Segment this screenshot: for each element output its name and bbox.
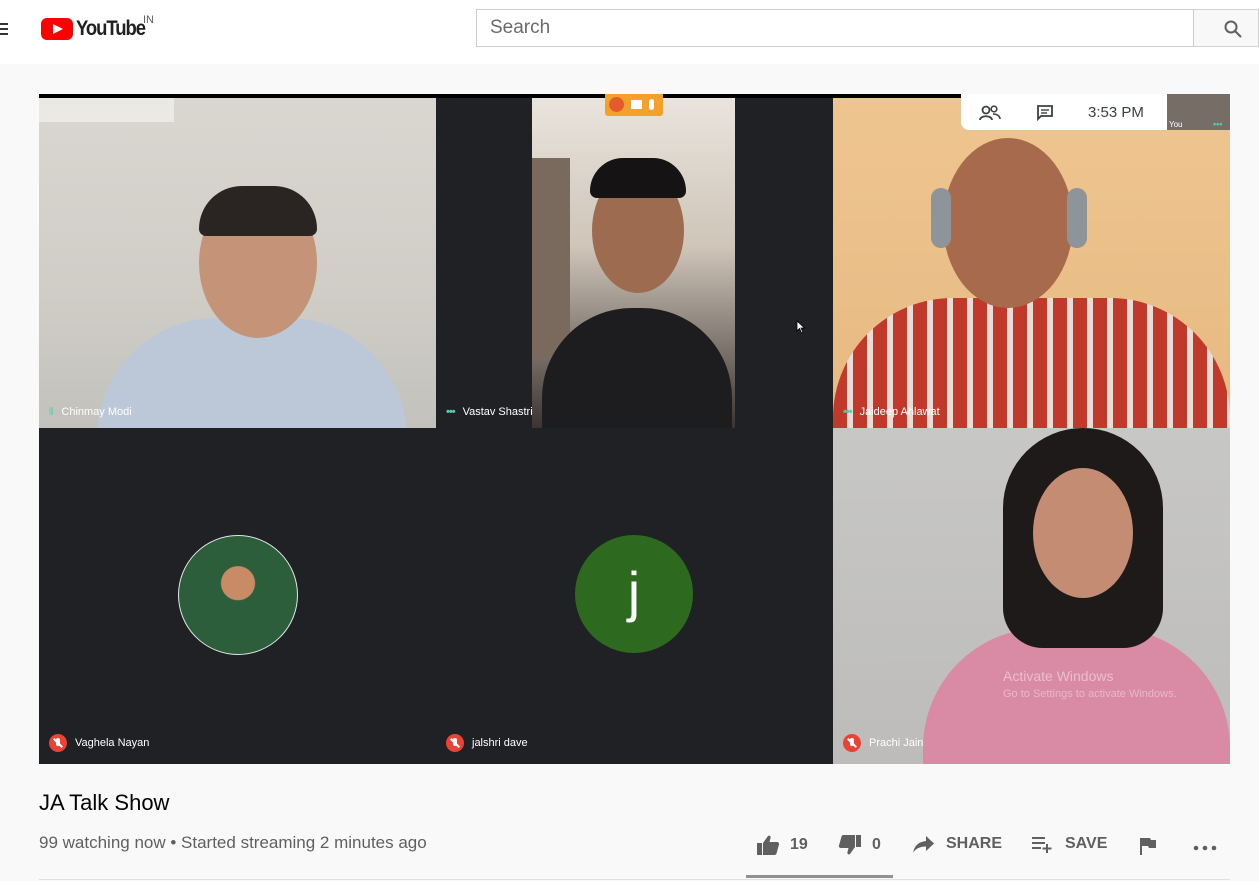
participant-name: jalshri dave: [472, 737, 528, 749]
participant-name: Chinmay Modi: [61, 406, 132, 418]
participant-name: Vaghela Nayan: [75, 737, 150, 749]
country-code: IN: [143, 14, 154, 26]
masthead: YouTube IN Search: [0, 0, 1259, 64]
chat-icon[interactable]: [1036, 104, 1054, 122]
people-icon[interactable]: [979, 104, 1001, 122]
share-icon: [913, 836, 934, 853]
hamburger-menu-icon[interactable]: [0, 20, 8, 40]
person-head: [1033, 468, 1133, 598]
person-body: [542, 308, 732, 428]
share-button[interactable]: SHARE: [912, 834, 1002, 854]
mouse-cursor-icon: [796, 320, 806, 334]
search-input[interactable]: Search: [476, 9, 1194, 47]
participant-tile-5[interactable]: j jalshri dave: [436, 428, 833, 764]
participant-avatar: [178, 535, 298, 655]
participant-name: Vastav Shastri: [462, 406, 533, 418]
screen-share-indicator: [605, 94, 663, 116]
youtube-play-icon: [41, 18, 73, 40]
save-button[interactable]: SAVE: [1031, 834, 1107, 854]
participant-tile-3[interactable]: ••• Jaideep Ahlawat: [833, 98, 1230, 428]
participant-name: Prachi Jain: [869, 737, 924, 749]
wall-frame: [39, 98, 174, 122]
video-title: JA Talk Show: [39, 790, 170, 815]
thumbs-up-icon: [757, 835, 780, 855]
activate-windows-watermark: Activate Windows: [1003, 668, 1114, 684]
meeting-clock: 3:53 PM: [1088, 104, 1144, 121]
like-ratio-bar: [746, 875, 893, 878]
activate-windows-hint: Go to Settings to activate Windows.: [1003, 688, 1177, 700]
video-meta: 99 watching now • Started streaming 2 mi…: [39, 833, 427, 852]
participant-label: ••• Jaideep Ahlawat: [843, 406, 940, 418]
participant-avatar: j: [575, 535, 693, 653]
like-count: 19: [790, 836, 808, 853]
participant-tile-2[interactable]: ••• Vastav Shastri: [436, 98, 833, 428]
speaking-icon: ⦀: [49, 406, 54, 418]
share-label: SHARE: [946, 835, 1003, 852]
firefox-icon: [609, 97, 624, 112]
curtain: [532, 158, 570, 358]
dislike-count: 0: [872, 836, 881, 853]
headphone-left: [931, 188, 951, 248]
audio-dots-icon: •••: [1213, 119, 1223, 129]
participant-label: ⦀ Chinmay Modi: [49, 406, 132, 418]
participant-label: ••• Vastav Shastri: [446, 406, 533, 418]
video-feed: [532, 98, 735, 428]
participant-tile-1[interactable]: ⦀ Chinmay Modi: [39, 98, 436, 428]
avatar-initial: j: [627, 559, 641, 623]
mic-off-icon: [446, 734, 464, 752]
participant-label: Vaghela Nayan: [49, 734, 149, 752]
person-hair: [199, 186, 317, 236]
participant-name: Jaideep Ahlawat: [859, 406, 940, 418]
thumbs-down-icon: [838, 835, 861, 855]
more-actions-button[interactable]: [1192, 836, 1218, 856]
flag-icon: [1140, 838, 1156, 855]
mic-icon: [649, 99, 654, 110]
section-divider: [39, 879, 1230, 880]
youtube-logo[interactable]: YouTube IN: [41, 14, 154, 43]
participant-label: jalshri dave: [446, 734, 528, 752]
video-player[interactable]: ⦀ Chinmay Modi ••• Vastav Shastri ••• Ja…: [39, 94, 1230, 764]
report-button[interactable]: [1138, 836, 1158, 856]
like-button[interactable]: 19: [756, 834, 808, 856]
dislike-button[interactable]: 0: [838, 834, 881, 856]
search-icon: [1224, 20, 1242, 38]
person-hair: [590, 158, 686, 198]
search-button[interactable]: [1194, 9, 1259, 47]
participant-tile-4[interactable]: Vaghela Nayan: [39, 428, 436, 764]
person-head: [943, 138, 1073, 308]
mic-off-icon: [49, 734, 67, 752]
meeting-top-bar: 3:53 PM: [961, 94, 1167, 130]
participant-tile-6[interactable]: Prachi Jain: [833, 428, 1230, 764]
self-view-thumbnail[interactable]: You •••: [1167, 94, 1230, 130]
save-label: SAVE: [1065, 835, 1108, 852]
headphone-right: [1067, 188, 1087, 248]
camera-icon: [631, 100, 642, 109]
logo-text: YouTube: [76, 17, 146, 40]
mic-off-icon: [843, 734, 861, 752]
participant-label: Prachi Jain: [843, 734, 923, 752]
playlist-add-icon: [1032, 837, 1052, 853]
audio-dots-icon: •••: [446, 406, 456, 418]
self-view-label: You: [1169, 120, 1183, 129]
more-horizontal-icon: [1193, 845, 1217, 851]
audio-dots-icon: •••: [843, 406, 853, 418]
